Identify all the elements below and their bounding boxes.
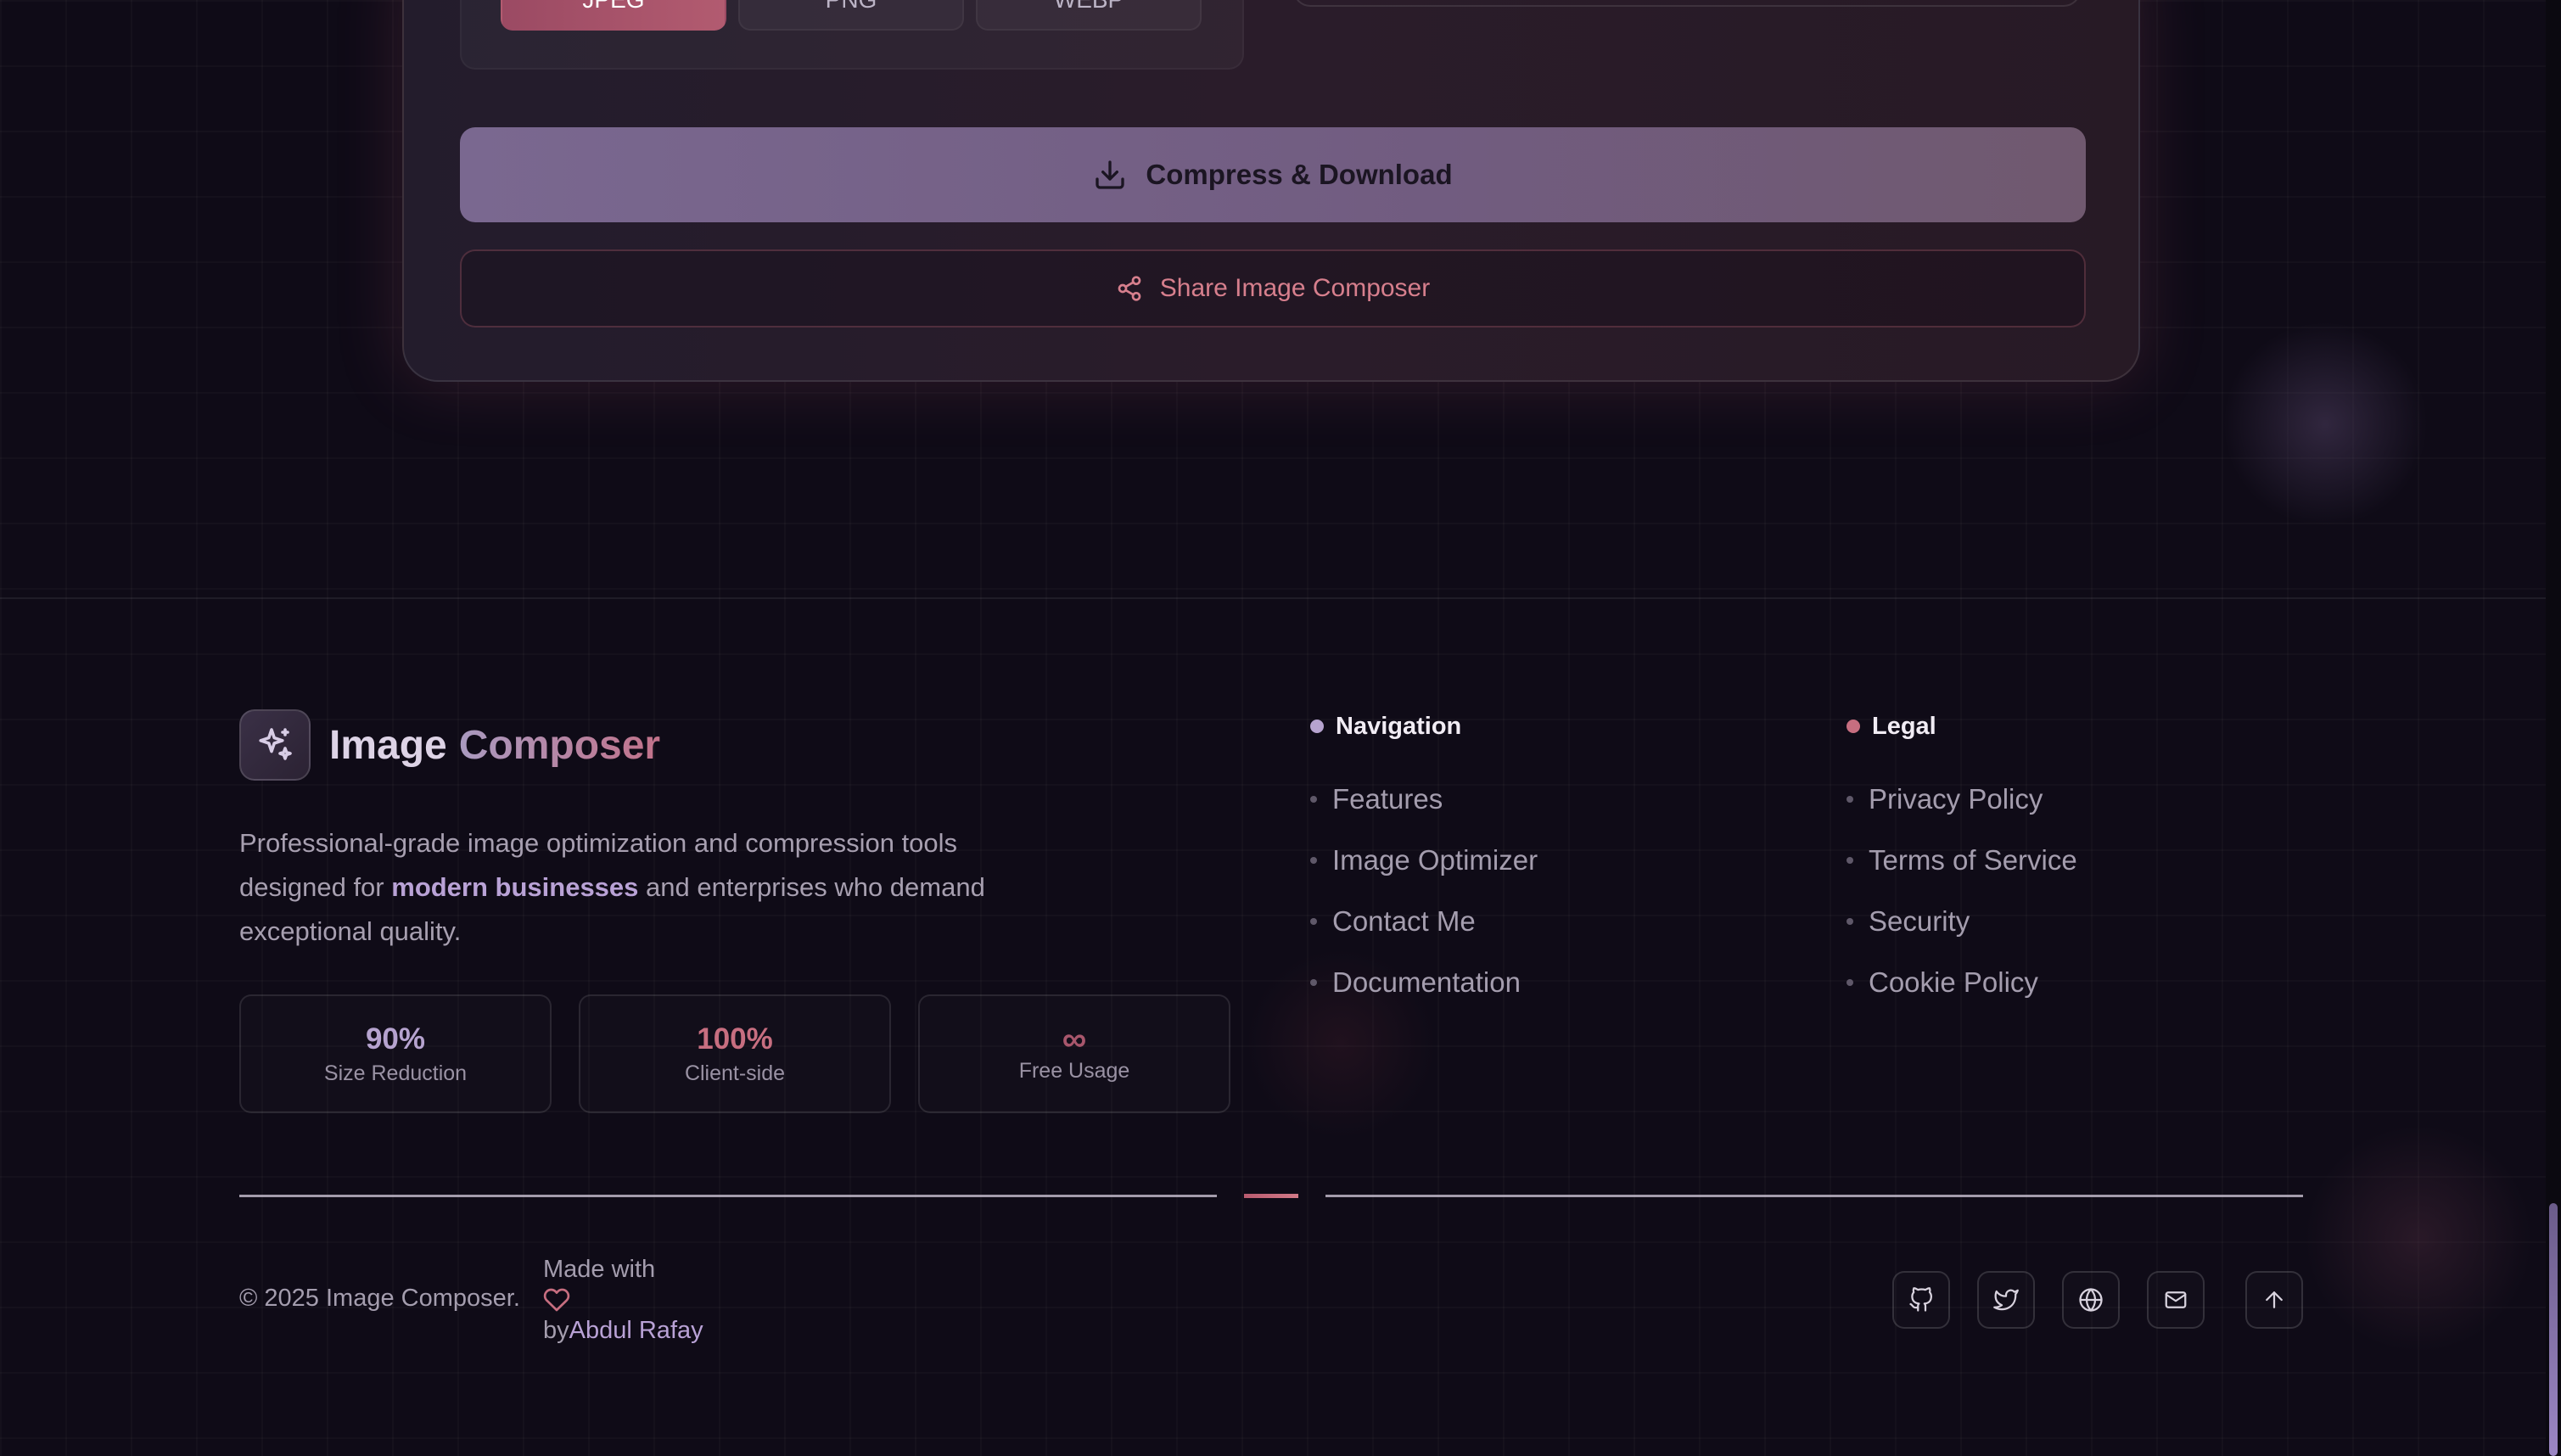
footer-legal: Legal Privacy Policy Terms of Service Se… [1846, 709, 2077, 1013]
share-button[interactable]: Share Image Composer [460, 249, 2086, 328]
footer-brand[interactable]: Image Composer [239, 709, 660, 781]
heading-dot [1846, 720, 1860, 733]
bullet [1846, 857, 1853, 864]
bullet [1310, 979, 1317, 986]
nav-link-image-optimizer[interactable]: Image Optimizer [1310, 830, 1538, 891]
bullet [1310, 857, 1317, 864]
share-icon [1118, 276, 1141, 301]
nav-link-documentation[interactable]: Documentation [1310, 952, 1538, 1013]
twitter-button[interactable] [1977, 1271, 2035, 1329]
stat-label: Size Reduction [323, 1061, 468, 1085]
format-option-png[interactable]: PNG [738, 0, 964, 31]
copyright: © 2025 Image Composer. [239, 1285, 520, 1312]
sparkles-icon [239, 709, 311, 781]
download-icon [1096, 160, 1125, 189]
stat-value: ∞ [1062, 1020, 1087, 1058]
background-glow [2291, 1120, 2546, 1358]
twitter-icon [1993, 1289, 2019, 1311]
brand-name-part2: Composer [458, 722, 661, 768]
format-option-jpeg[interactable]: JPEG [501, 0, 726, 31]
format-selector: JPEG PNG WEBP [460, 0, 1244, 70]
brand-name-part1: Image [329, 722, 447, 768]
navigation-links: Features Image Optimizer Contact Me Docu… [1310, 769, 1538, 1013]
legal-link-label: Security [1869, 905, 1970, 937]
email-button[interactable] [2147, 1271, 2205, 1329]
legal-links: Privacy Policy Terms of Service Security… [1846, 769, 2077, 1013]
footer-navigation: Navigation Features Image Optimizer Cont… [1310, 709, 1538, 1013]
made-by-line: byAbdul Rafay [543, 1315, 703, 1346]
brand-name: Image Composer [329, 722, 660, 769]
share-label: Share Image Composer [1159, 274, 1431, 302]
author-link[interactable]: Abdul Rafay [569, 1317, 703, 1344]
bullet [1846, 796, 1853, 803]
navigation-heading-label: Navigation [1336, 712, 1462, 740]
stat-free-usage: ∞ Free Usage [918, 994, 1230, 1113]
legal-link-cookie-policy[interactable]: Cookie Policy [1846, 952, 2077, 1013]
nav-link-contact-me[interactable]: Contact Me [1310, 891, 1538, 952]
website-button[interactable] [2062, 1271, 2120, 1329]
page: JPEG PNG WEBP Compress & Download Share … [0, 0, 2561, 1456]
bullet [1310, 796, 1317, 803]
bullet [1846, 918, 1853, 925]
legal-link-terms-of-service[interactable]: Terms of Service [1846, 830, 2077, 891]
legal-link-security[interactable]: Security [1846, 891, 2077, 952]
stat-label: Free Usage [1018, 1058, 1130, 1083]
heart-icon [543, 1288, 570, 1312]
tagline: Professional-grade image optimization an… [239, 821, 1003, 954]
stat-value: 90% [365, 1022, 426, 1056]
legal-link-label: Cookie Policy [1869, 966, 2038, 998]
compress-download-button[interactable]: Compress & Download [460, 127, 2086, 222]
legal-heading: Legal [1846, 709, 2077, 743]
scroll-to-top-button[interactable] [2245, 1271, 2303, 1329]
footer-rule-accent [1244, 1194, 1298, 1198]
stat-size-reduction: 90% Size Reduction [239, 994, 552, 1113]
nav-link-label: Documentation [1332, 966, 1521, 998]
quality-control[interactable] [1293, 0, 2081, 7]
arrow-up-icon [2266, 1291, 2283, 1308]
compressor-card: JPEG PNG WEBP Compress & Download Share … [402, 0, 2140, 382]
by-label: by [543, 1317, 569, 1344]
tagline-highlight: modern businesses [391, 872, 639, 902]
scrollbar-thumb[interactable] [2549, 1203, 2558, 1456]
made-with-label: Made with [543, 1256, 656, 1283]
heading-dot [1310, 720, 1324, 733]
github-button[interactable] [1892, 1271, 1950, 1329]
navigation-heading: Navigation [1310, 709, 1538, 743]
nav-link-label: Image Optimizer [1332, 844, 1538, 876]
footer-rule [1325, 1195, 2303, 1197]
stat-value: 100% [697, 1022, 773, 1056]
globe-icon [2079, 1288, 2103, 1312]
legal-link-privacy-policy[interactable]: Privacy Policy [1846, 769, 2077, 830]
background-glow [2206, 322, 2444, 526]
bullet [1846, 979, 1853, 986]
legal-heading-label: Legal [1872, 712, 1936, 740]
nav-link-features[interactable]: Features [1310, 769, 1538, 830]
footer-rule [239, 1195, 1217, 1197]
legal-link-label: Privacy Policy [1869, 783, 2043, 815]
footer-divider [0, 597, 2546, 599]
legal-link-label: Terms of Service [1869, 844, 2077, 876]
made-with-credit: Made with byAbdul Rafay [543, 1254, 703, 1346]
github-icon [1909, 1287, 1932, 1312]
nav-link-label: Features [1332, 783, 1443, 815]
stat-label: Client-side [684, 1061, 786, 1085]
bullet [1310, 918, 1317, 925]
stat-client-side: 100% Client-side [579, 994, 891, 1113]
compress-download-label: Compress & Download [1146, 159, 1453, 190]
format-option-webp[interactable]: WEBP [976, 0, 1202, 31]
nav-link-label: Contact Me [1332, 905, 1476, 937]
mail-icon [2165, 1291, 2187, 1308]
